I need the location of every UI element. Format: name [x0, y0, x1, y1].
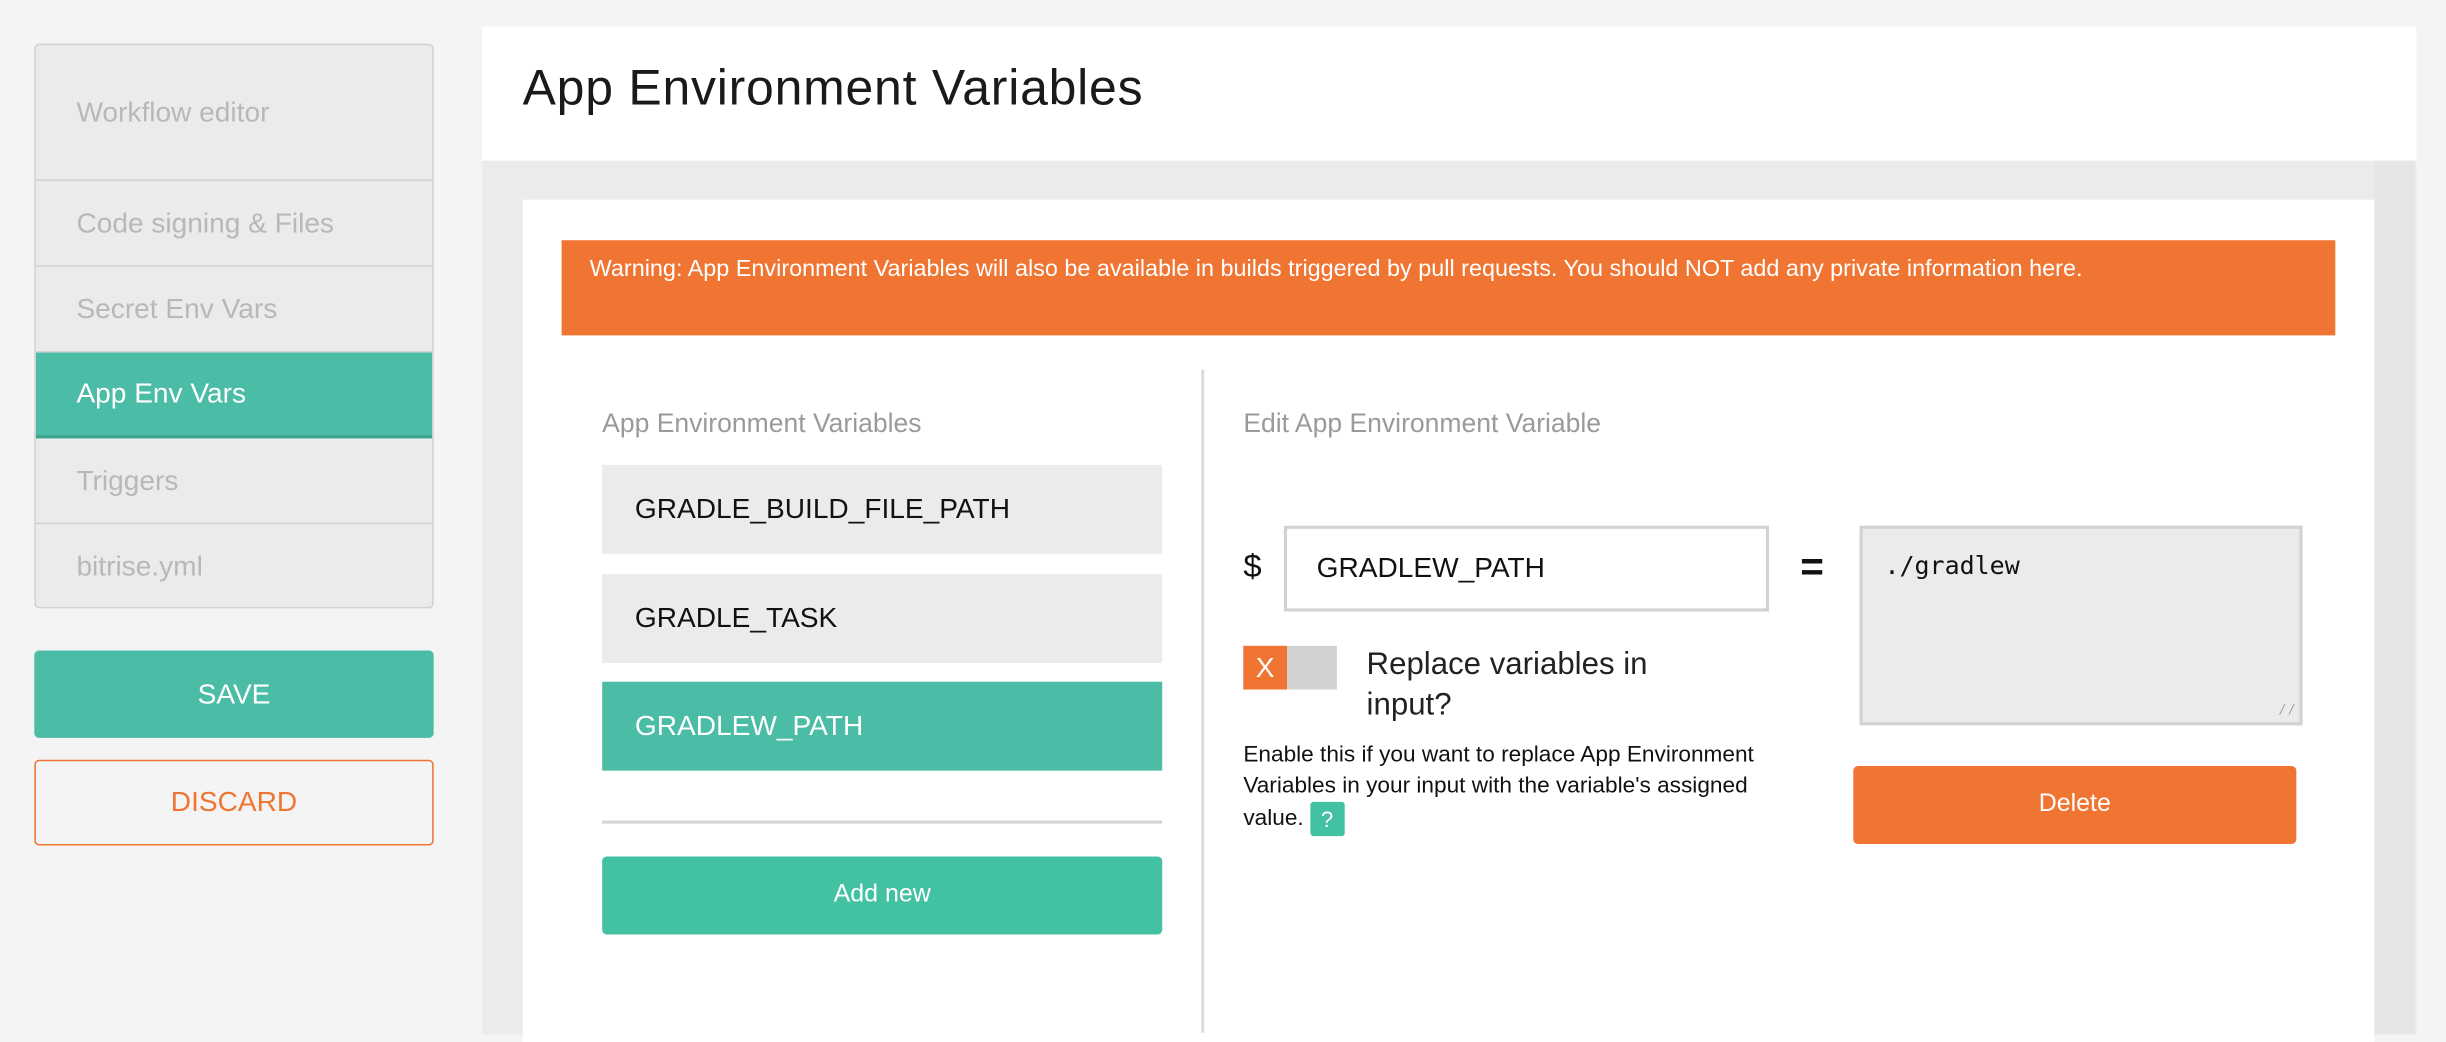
sidebar-item-triggers[interactable]: Triggers [35, 438, 433, 525]
warning-banner: Warning: App Environment Variables will … [561, 240, 2336, 336]
delete-button[interactable]: Delete [1853, 765, 2297, 844]
resize-handle-icon[interactable]: ⁄⁄ [2278, 702, 2297, 721]
sidebar-item-label: Triggers [76, 464, 179, 496]
dollar-sign: $ [1243, 549, 1262, 585]
save-button[interactable]: SAVE [34, 650, 434, 738]
help-icon[interactable]: ? [1309, 801, 1345, 837]
add-new-button[interactable]: Add new [602, 856, 1163, 935]
value-textarea[interactable]: ./gradlew ⁄⁄ [1859, 525, 2303, 726]
sidebar-item-label: Workflow editor [76, 95, 270, 128]
sidebar-item-secret-env-vars[interactable]: Secret Env Vars [35, 267, 433, 353]
replace-variables-label: Replace variables in input? [1366, 647, 1648, 723]
x-icon: X [1243, 645, 1287, 690]
sidebar-item-code-signing[interactable]: Code signing & Files [35, 181, 433, 267]
value-text: ./gradlew [1884, 550, 2020, 581]
sidebar-item-bitrise-yml[interactable]: bitrise.yml [36, 524, 432, 607]
sidebar-item-label: bitrise.yml [76, 550, 203, 582]
page-title: App Environment Variables [522, 59, 1144, 116]
sidebar-item-workflow-editor[interactable]: Workflow editor [35, 45, 433, 181]
equals-sign: = [1800, 542, 1824, 590]
list-heading: App Environment Variables [602, 408, 922, 439]
help-text: Enable this if you want to replace App E… [1243, 739, 1781, 837]
env-var-item[interactable]: GRADLE_BUILD_FILE_PATH [602, 464, 1163, 554]
replace-variables-toggle[interactable]: X [1243, 645, 1337, 690]
env-var-item-selected[interactable]: GRADLEW_PATH [602, 681, 1163, 771]
sidebar-item-app-env-vars[interactable]: App Env Vars [35, 352, 433, 439]
sidebar-item-label: Secret Env Vars [76, 292, 278, 324]
sidebar-item-label: App Env Vars [76, 377, 247, 409]
sidebar-item-label: Code signing & Files [76, 206, 334, 238]
discard-button[interactable]: DISCARD [34, 759, 434, 846]
scrollbar-track[interactable] [2374, 160, 2415, 1035]
column-divider [1201, 369, 1205, 1033]
editor-heading: Edit App Environment Variable [1243, 408, 1602, 439]
key-input[interactable]: GRADLEW_PATH [1283, 525, 1770, 612]
sidebar-nav: Workflow editor Code signing & Files Sec… [34, 43, 434, 609]
env-var-item[interactable]: GRADLE_TASK [602, 574, 1163, 663]
list-divider [602, 820, 1163, 824]
